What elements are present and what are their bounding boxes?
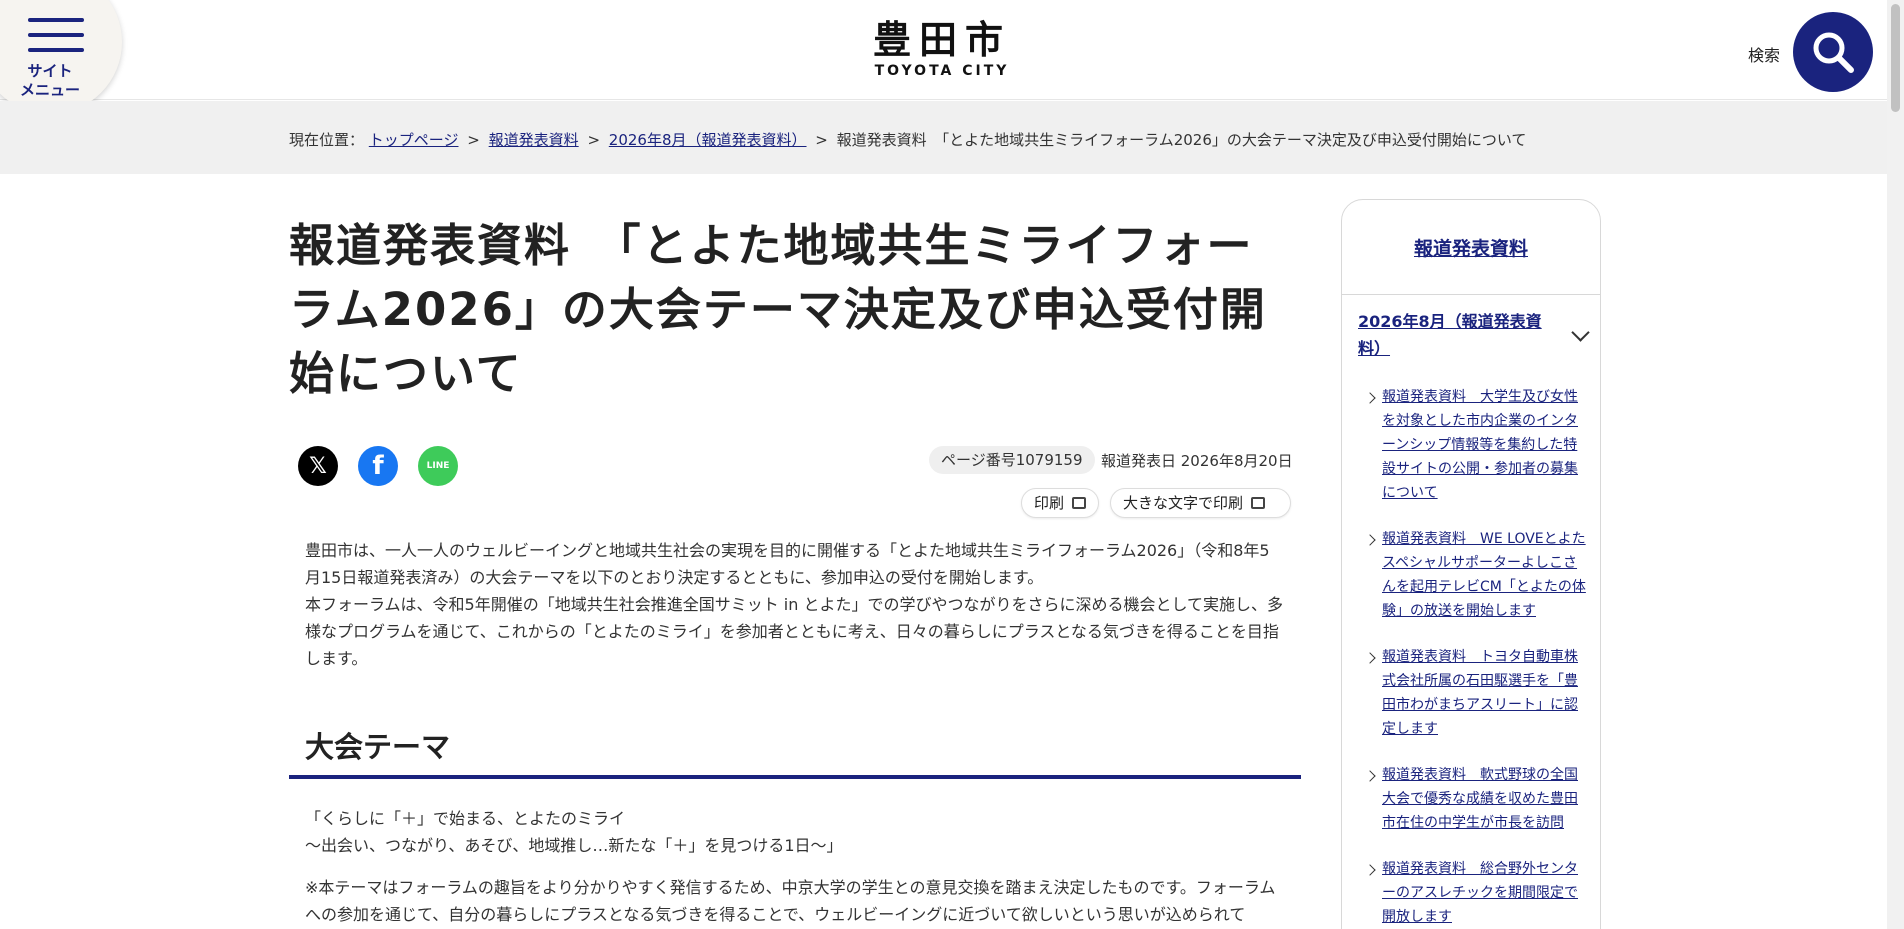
breadcrumb-link-month[interactable]: 2026年8月（報道発表資料） — [609, 131, 807, 149]
sidebar-header: 報道発表資料 — [1342, 200, 1600, 295]
print-large-button[interactable]: 大きな文字で印刷 — [1110, 488, 1291, 518]
logo-japanese: 豊田市 — [872, 17, 1011, 62]
page-number-badge: ページ番号1079159 — [929, 446, 1095, 474]
printer-icon — [1072, 496, 1087, 509]
sidebar-list-item[interactable]: 報道発表資料 総合野外センターのアスレチックを期間限定で開放します — [1342, 857, 1600, 929]
site-menu-label: サイト メニュー — [19, 62, 80, 99]
intro-paragraph-1: 豊田市は、一人一人のウェルビーイングと地域共生社会の実現を目的に開催する「とよた… — [305, 541, 1270, 587]
hamburger-icon — [28, 18, 84, 63]
facebook-icon: f — [372, 451, 384, 481]
print-button[interactable]: 印刷 — [1021, 488, 1099, 518]
site-logo[interactable]: 豊田市 TOYOTA CITY — [860, 18, 1024, 80]
printer-icon — [1251, 496, 1266, 509]
search-icon — [1813, 32, 1854, 73]
intro-text: 豊田市は、一人一人のウェルビーイングと地域共生社会の実現を目的に開催する「とよた… — [305, 537, 1285, 672]
page-scrollbar[interactable] — [1887, 0, 1904, 929]
breadcrumb: 現在位置： トップページ > 報道発表資料 > 2026年8月（報道発表資料） … — [289, 129, 1526, 150]
sidebar: 報道発表資料 2026年8月（報道発表資料） 報道発表資料 大学生及び女性を対象… — [1341, 199, 1601, 929]
breadcrumb-current: 報道発表資料 「とよた地域共生ミライフォーラム2026」の大会テーマ決定及び申込… — [836, 131, 1527, 149]
theme-text: 「くらしに「＋」で始まる、とよたのミライ ～出会い、つながり、あそび、地域推し…… — [305, 805, 1285, 859]
breadcrumb-prefix: 現在位置： — [289, 131, 365, 149]
breadcrumb-bar: 現在位置： トップページ > 報道発表資料 > 2026年8月（報道発表資料） … — [0, 101, 1887, 174]
theme-line-1: 「くらしに「＋」で始まる、とよたのミライ — [305, 809, 626, 828]
line-icon: LINE — [426, 461, 450, 471]
search-label: 検索 — [1748, 46, 1781, 65]
share-line-button[interactable]: LINE — [418, 446, 458, 486]
sidebar-list-item[interactable]: 報道発表資料 大学生及び女性を対象とした市内企業のインターンシップ情報等を集約し… — [1342, 385, 1600, 505]
breadcrumb-link-press[interactable]: 報道発表資料 — [489, 131, 579, 149]
share-x-button[interactable]: 𝕏 — [298, 446, 338, 486]
theme-note: ※本テーマはフォーラムの趣旨をより分かりやすく発信するため、中京大学の学生との意… — [305, 878, 1276, 924]
sidebar-list-item[interactable]: 報道発表資料 軟式野球の全国大会で優秀な成績を収めた豊田市在住の中学生が市長を訪… — [1342, 763, 1600, 835]
breadcrumb-separator: > — [587, 131, 601, 149]
scrollbar-thumb[interactable] — [1891, 4, 1900, 112]
section-heading-theme: 大会テーマ — [305, 730, 451, 764]
share-facebook-button[interactable]: f — [358, 446, 398, 486]
theme-line-2: ～出会い、つながり、あそび、地域推し…新たな「＋」を見つける1日～」 — [305, 836, 843, 855]
breadcrumb-separator: > — [467, 131, 480, 149]
print-label: 印刷 — [1034, 494, 1065, 512]
search-button[interactable] — [1793, 12, 1873, 92]
sidebar-month-link[interactable]: 2026年8月（報道発表資料） — [1358, 308, 1558, 362]
sidebar-list: 報道発表資料 大学生及び女性を対象とした市内企業のインターンシップ情報等を集約し… — [1342, 385, 1600, 929]
sidebar-list-item[interactable]: 報道発表資料 WE LOVEとよたスペシャルサポーターよしこさんを起用テレビCM… — [1342, 527, 1600, 623]
site-header: サイト メニュー 豊田市 TOYOTA CITY 検索 — [0, 0, 1887, 114]
intro-paragraph-2: 本フォーラムは、令和5年開催の「地域共生社会推進全国サミット in とよた」での… — [305, 595, 1283, 668]
x-icon: 𝕏 — [309, 453, 327, 479]
breadcrumb-link-top[interactable]: トップページ — [369, 131, 459, 149]
page-title: 報道発表資料 「とよた地域共生ミライフォーラム2026」の大会テーマ決定及び申込… — [289, 219, 1267, 400]
site-menu-button[interactable]: サイト メニュー — [0, 0, 122, 114]
logo-english: TOYOTA CITY — [874, 63, 1010, 79]
chevron-down-icon[interactable] — [1571, 323, 1590, 342]
sidebar-list-item[interactable]: 報道発表資料 トヨタ自動車株式会社所属の石田駆選手を「豊田市わがまちアスリート」… — [1342, 645, 1600, 741]
section-heading-underline — [289, 775, 1301, 779]
publish-date: 報道発表日 2026年8月20日 — [1101, 452, 1293, 470]
sidebar-heading-link[interactable]: 報道発表資料 — [1414, 234, 1528, 261]
print-large-label: 大きな文字で印刷 — [1123, 494, 1244, 512]
breadcrumb-separator: > — [815, 131, 828, 149]
